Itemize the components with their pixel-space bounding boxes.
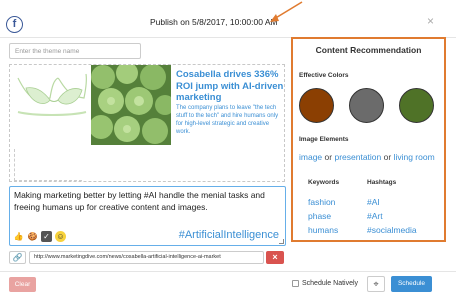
- brussels-sprouts-image: [91, 65, 171, 145]
- keyword-item[interactable]: phase: [308, 211, 331, 221]
- theme-name-input[interactable]: [9, 43, 141, 59]
- article-description: The company plans to leave "the tech stu…: [176, 105, 279, 135]
- smiley-icon[interactable]: ☺: [55, 231, 66, 242]
- keywords-header: Keywords: [308, 179, 340, 186]
- post-text-area[interactable]: Making marketing better by letting #AI h…: [9, 186, 286, 246]
- link-icon[interactable]: 🔗: [9, 251, 26, 264]
- link-preview-card: Cosabella drives 336% ROI jump with AI-d…: [9, 64, 285, 182]
- url-field[interactable]: http://www.marketingdive.com/news/cosabe…: [29, 251, 264, 264]
- schedule-natively-checkbox[interactable]: [292, 280, 299, 287]
- thumbs-up-icon[interactable]: 👍: [13, 231, 24, 242]
- cookie-icon[interactable]: 🍪: [27, 231, 38, 242]
- content-recommendation-panel: Content Recommendation Effective Colors …: [291, 37, 446, 242]
- resize-handle[interactable]: [279, 239, 284, 244]
- color-swatch-3: [399, 88, 434, 123]
- article-title-link[interactable]: Cosabella drives 336% ROI jump with AI-d…: [176, 69, 284, 104]
- emoji-toolbar: 👍 🍪 ✓ ☺: [13, 231, 66, 242]
- joiner: or: [383, 152, 392, 162]
- schedule-button[interactable]: Schedule: [391, 276, 432, 292]
- publish-title: Publish on 5/8/2017, 10:00:00 AM: [150, 17, 278, 27]
- joiner: or: [324, 152, 333, 162]
- hashtag-item[interactable]: #Art: [367, 211, 383, 221]
- hashtag-item[interactable]: #socialmedia: [367, 225, 417, 235]
- image-elements-label: Image Elements: [299, 136, 349, 143]
- image-element-2[interactable]: presentation: [334, 152, 381, 162]
- recommendation-title: Content Recommendation: [315, 45, 422, 55]
- image-element-3[interactable]: living room: [394, 152, 435, 162]
- schedule-natively-option[interactable]: Schedule Natively: [292, 280, 358, 287]
- schedule-natively-label: Schedule Natively: [302, 280, 359, 287]
- target-icon[interactable]: ⌖: [367, 276, 385, 292]
- image-element-1[interactable]: image: [299, 152, 322, 162]
- keyword-item[interactable]: fashion: [308, 197, 335, 207]
- footer-divider: [0, 271, 456, 272]
- hashtag-suggestion[interactable]: #ArtificialIntelligence: [179, 229, 279, 241]
- hashtag-item[interactable]: #AI: [367, 197, 380, 207]
- clear-button[interactable]: Clear: [9, 277, 36, 292]
- close-button[interactable]: ×: [427, 14, 434, 28]
- checkbox-icon[interactable]: ✓: [41, 231, 52, 242]
- image-elements-list: image or presentation or living room: [299, 152, 435, 162]
- card-placeholder-frame: [14, 149, 82, 181]
- post-text[interactable]: Making marketing better by letting #AI h…: [14, 190, 282, 213]
- keyword-item[interactable]: humans: [308, 225, 338, 235]
- color-swatch-1: [299, 88, 334, 123]
- lingerie-image: [14, 68, 90, 138]
- color-swatch-2: [349, 88, 384, 123]
- facebook-icon: f: [6, 16, 23, 33]
- hashtags-header: Hashtags: [367, 179, 397, 186]
- remove-url-button[interactable]: ×: [266, 251, 284, 264]
- effective-colors-label: Effective Colors: [299, 72, 349, 79]
